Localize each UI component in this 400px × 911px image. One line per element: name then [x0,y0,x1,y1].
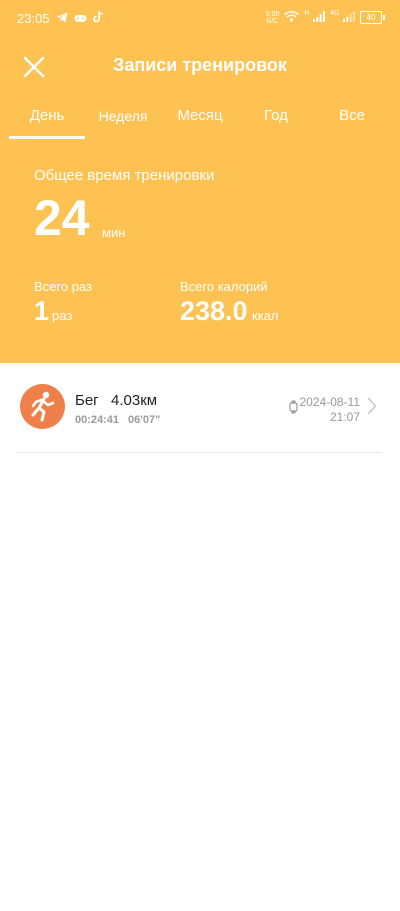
tab-all-label: Все [339,107,365,124]
total-count-unit: раз [52,308,73,323]
total-calories-label: Всего калорий [180,279,268,294]
total-time-unit: мин [102,225,126,240]
signal-icon-2: 4G [330,10,355,25]
signal-icon-1: H [304,10,325,25]
tiktok-icon [92,11,103,26]
tab-day-label: День [29,107,65,124]
signal-type-1: H [304,10,310,17]
tab-year[interactable]: Год [236,107,316,139]
period-tabs: День Неделя Месяц Год Все [0,100,400,140]
workout-record-row[interactable]: Бег 4.03км 00:24:41 06'07" 2024-08-11 21… [0,363,400,453]
telegram-icon [56,11,68,26]
tab-month-label: Месяц [177,107,223,124]
tab-week-label: Неделя [98,108,148,124]
active-tab-indicator [9,136,85,139]
tab-day[interactable]: День [7,107,87,139]
total-time-value: 24 [34,190,90,246]
record-divider [17,452,382,453]
battery-icon: 40 [360,11,385,24]
record-date: 2024-08-11 [299,395,361,409]
status-left: 23:05 [17,11,103,26]
record-distance: 4.03км [111,392,158,409]
record-type: Бег [75,392,99,409]
status-right: 0,00 Б/С H 4G 40 [266,10,385,25]
record-duration: 00:24:41 [75,414,120,426]
tab-month[interactable]: Месяц [160,107,240,139]
total-calories-unit: ккал [252,308,279,323]
total-count-value: 1 [34,296,50,326]
chevron-right-icon [367,397,377,420]
tab-year-label: Год [264,107,288,124]
wifi-icon [284,10,300,25]
running-icon [20,384,65,429]
total-time-label: Общее время тренировки [34,167,215,184]
record-time: 21:07 [329,410,360,424]
page-title: Записи тренировок [113,55,287,75]
tab-week[interactable]: Неделя [83,108,163,140]
signal-type-2: 4G [330,10,340,17]
tab-all[interactable]: Все [312,107,392,139]
record-pace: 06'07" [128,414,161,426]
watch-icon [289,400,298,419]
network-rate: 0,00 Б/С [266,11,280,25]
status-time: 23:05 [17,11,50,26]
status-bar: 23:05 0,00 Б/С H 4G 40 [0,0,400,38]
total-count-label: Всего раз [34,279,92,294]
battery-level: 40 [366,13,376,22]
network-rate-value: 0,00 [265,10,280,18]
network-rate-unit: Б/С [266,17,279,25]
total-calories-value: 238.0 [180,296,248,326]
gamepad-icon [74,11,87,26]
